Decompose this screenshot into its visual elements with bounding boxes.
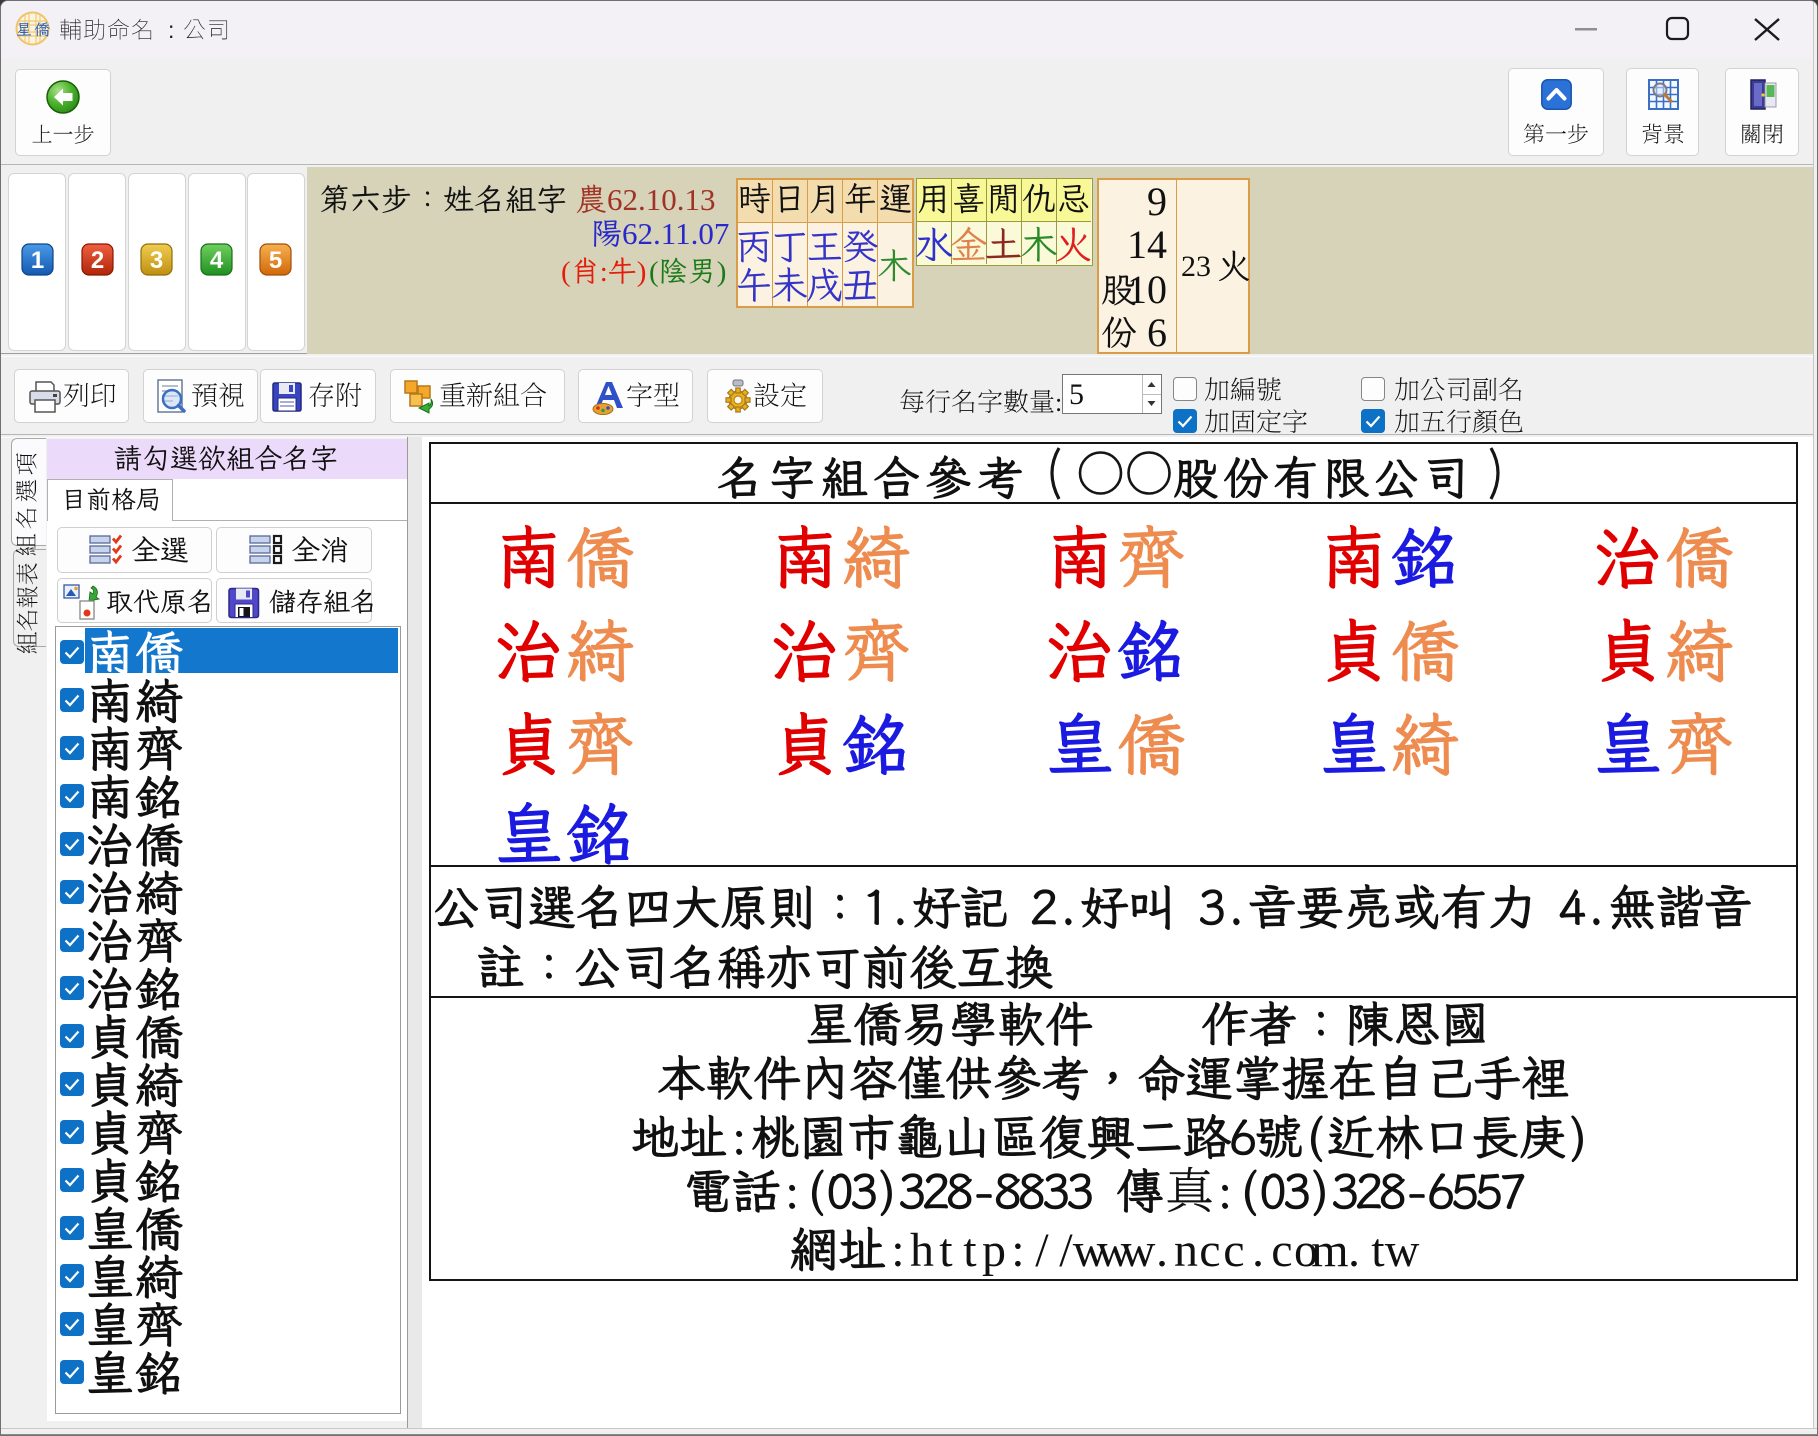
svg-text:3: 3 [150,247,163,274]
svg-text:5: 5 [269,247,282,274]
svg-text:2: 2 [91,247,104,274]
svg-text:4: 4 [210,247,224,274]
svg-text:1: 1 [31,247,44,274]
